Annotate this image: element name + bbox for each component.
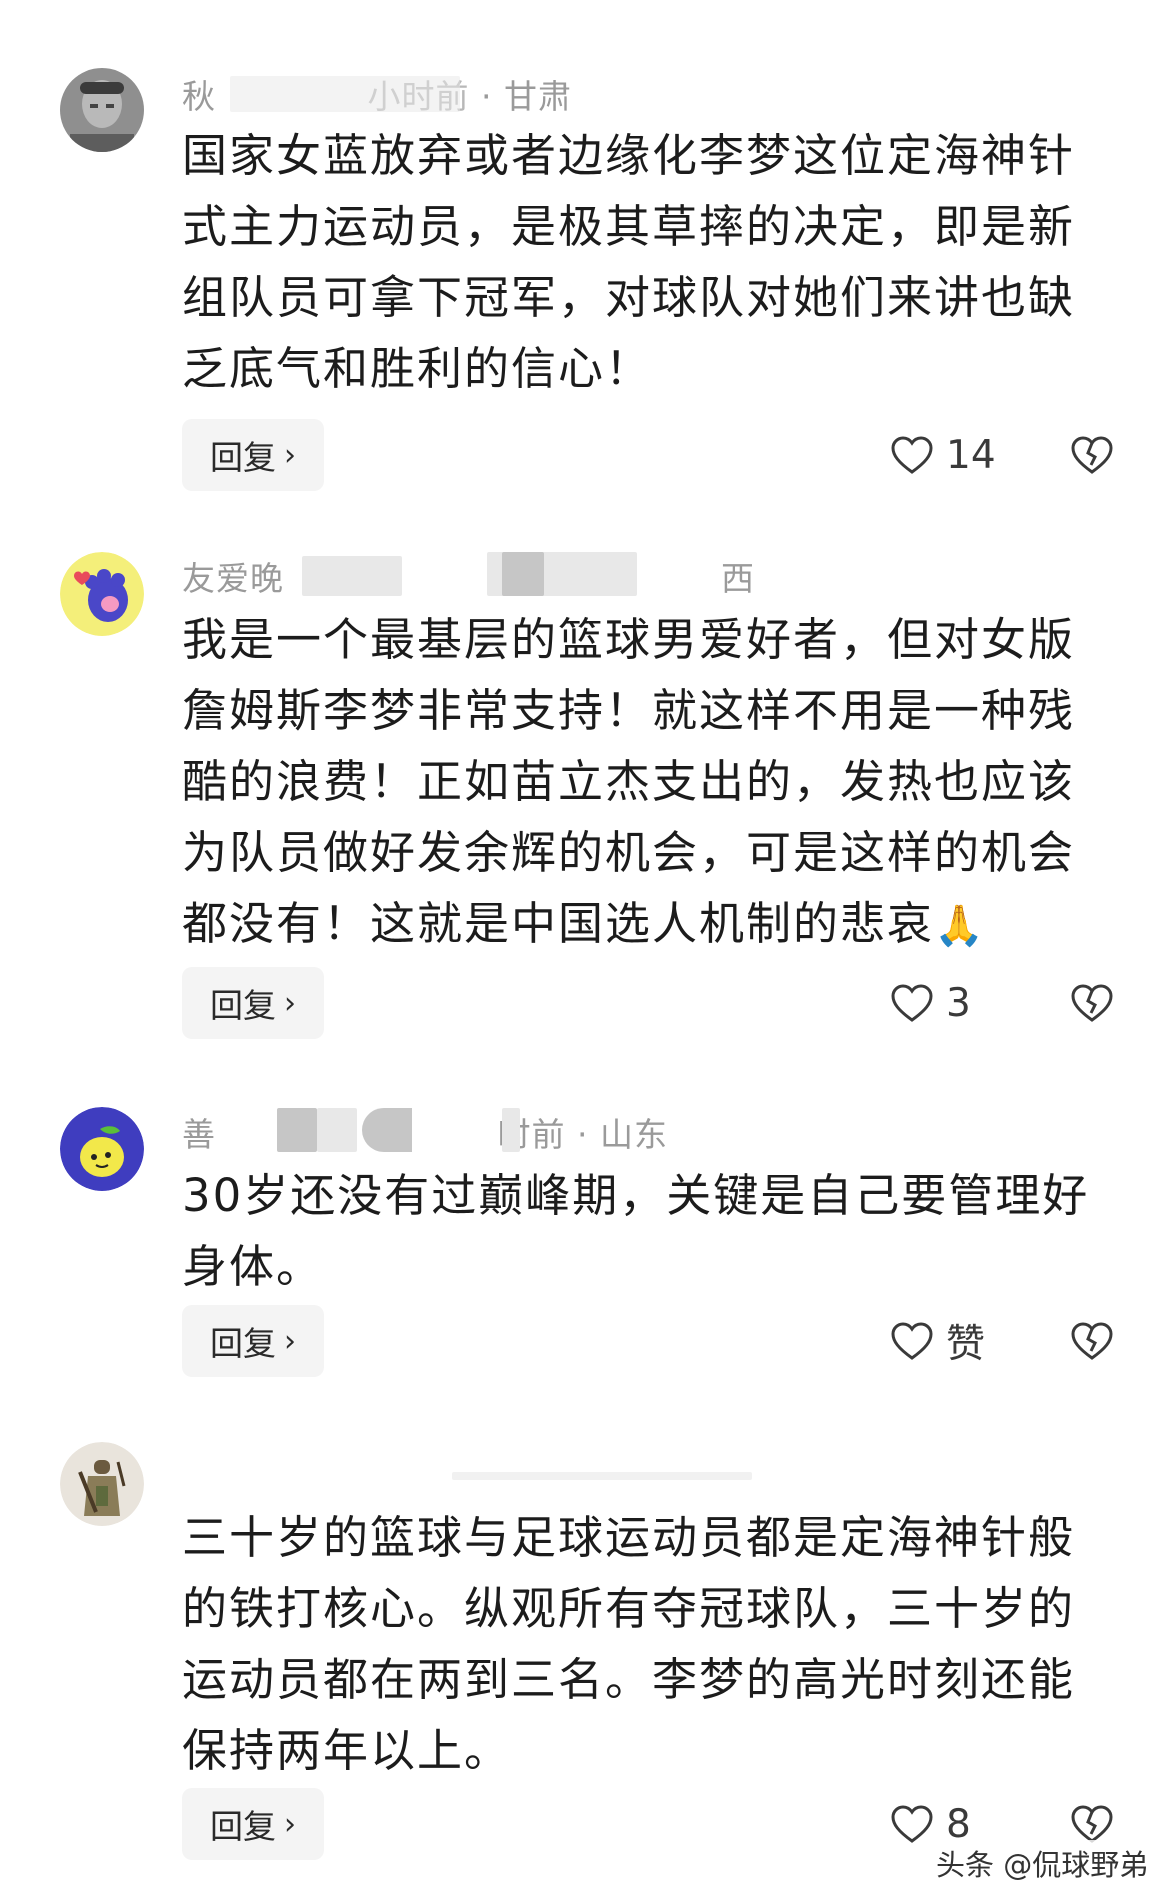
reply-label: 回复 [210,438,276,477]
comment-meta: 秋 小时前 · 甘肃 [182,70,572,118]
location-text: · 甘肃 [481,77,572,116]
redacted-block [317,1108,357,1152]
chevron-right-icon: › [284,437,296,473]
comment-text-content: 我是一个最基层的篮球男爱好者，但对女版詹姆斯李梦非常支持！就这样不用是一种残酷的… [182,613,1076,950]
avatar[interactable] [60,68,144,152]
redacted-block [302,556,402,596]
like-count: 赞 [946,1322,986,1367]
comment-text: 我是一个最基层的篮球男爱好者，但对女版詹姆斯李梦非常支持！就这样不用是一种残酷的… [182,604,1107,962]
username[interactable]: 友爱晚 [182,559,284,598]
comment-meta: 善 时前 · 山东 [182,1108,668,1156]
comment-text: 30岁还没有过巅峰期，关键是自己要管理好身体。 [182,1169,1090,1293]
broken-heart-icon[interactable] [1070,983,1114,1023]
reply-button[interactable]: 回复 › [182,1305,324,1377]
praying-hands-emoji: 🙏 [934,903,986,949]
reply-button[interactable]: 回复 › [182,419,324,491]
like-button[interactable]: 3 [890,967,971,1039]
reply-button[interactable]: 回复 › [182,967,324,1039]
redacted-block [230,76,460,112]
like-count: 14 [946,432,996,478]
broken-heart-icon[interactable] [1070,435,1114,475]
comment-text: 国家女蓝放弃或者边缘化李梦这位定海神针式主力运动员，是极其草摔的决定，即是新组队… [182,129,1076,395]
redacted-block [452,1472,752,1480]
heart-outline-icon [891,1322,933,1360]
username[interactable]: 善 [182,1115,216,1154]
heart-outline-icon [891,984,933,1022]
redacted-block [362,1108,412,1152]
reply-label: 回复 [210,1324,276,1363]
chevron-right-icon: › [284,1806,296,1842]
comment-meta: 友爱晚 18 西 [182,552,755,600]
avatar[interactable] [60,1442,144,1526]
broken-heart-icon[interactable] [1070,1321,1114,1361]
redacted-block [502,552,544,596]
watermark: 头条 @侃球野弟 [930,1840,1155,1886]
like-button[interactable]: 赞 [890,1305,985,1377]
like-button[interactable]: 14 [890,419,996,491]
reply-label: 回复 [210,1807,276,1846]
location-text: 西 [721,559,755,598]
heart-outline-icon [891,436,933,474]
chevron-right-icon: › [284,1323,296,1359]
avatar[interactable] [60,552,144,636]
reply-label: 回复 [210,986,276,1025]
avatar[interactable] [60,1107,144,1191]
reply-button[interactable]: 回复 › [182,1788,324,1860]
redacted-block [502,1108,520,1152]
broken-heart-icon[interactable] [1070,1804,1114,1844]
comment-text: 三十岁的篮球与足球运动员都是定海神针般的铁打核心。纵观所有夺冠球队，三十岁的运动… [182,1511,1076,1777]
username[interactable]: 秋 [182,77,216,116]
like-count: 3 [946,980,971,1026]
chevron-right-icon: › [284,985,296,1021]
heart-outline-icon [891,1805,933,1843]
location-text: · 山东 [577,1115,668,1154]
redacted-block [277,1108,317,1152]
